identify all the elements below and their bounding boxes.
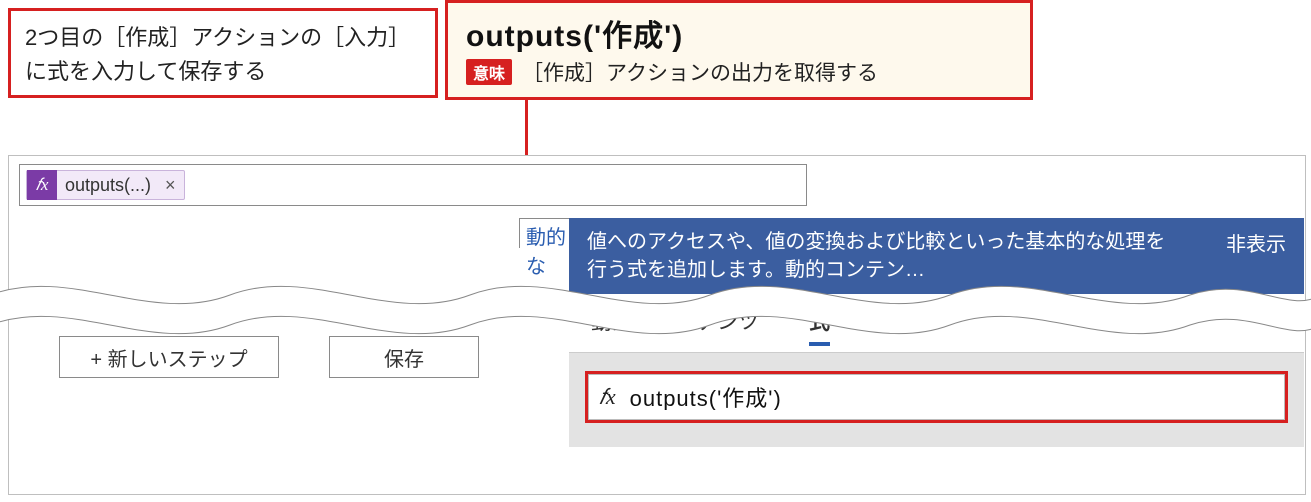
flow-designer-canvas: 𝑓x outputs(...) × + 新しいステップ 保存 動的な 値へのアク… bbox=[8, 155, 1306, 495]
tab-expression[interactable]: 式 bbox=[809, 306, 830, 346]
action-input-field[interactable]: 𝑓x outputs(...) × bbox=[19, 164, 807, 206]
tab-dynamic-content[interactable]: 動的なコンテンツ bbox=[591, 306, 759, 346]
meaning-badge: 意味 bbox=[466, 59, 512, 85]
expression-input-highlight: 𝑓x bbox=[585, 371, 1288, 423]
panel-header: 値へのアクセスや、値の変換および比較といった基本的な処理を行う式を追加します。動… bbox=[569, 218, 1304, 294]
save-button[interactable]: 保存 bbox=[329, 336, 479, 378]
panel-header-text: 値へのアクセスや、値の変換および比較といった基本的な処理を行う式を追加します。動… bbox=[587, 228, 1177, 284]
panel-hide-button[interactable]: 非表示 bbox=[1226, 228, 1286, 257]
expression-input-row: 𝑓x bbox=[588, 374, 1285, 420]
callout-expression-title: outputs('作成') bbox=[466, 11, 1012, 55]
expression-editor-area: 𝑓x bbox=[569, 353, 1304, 447]
dynamic-content-panel: 値へのアクセスや、値の変換および比較といった基本的な処理を行う式を追加します。動… bbox=[569, 218, 1304, 447]
fx-icon: 𝑓x bbox=[599, 384, 616, 410]
panel-tabs: 動的なコンテンツ 式 bbox=[569, 294, 1304, 353]
instruction-callout-left: 2つ目の［作成］アクションの［入力］に式を入力して保存する bbox=[8, 8, 438, 98]
callout-expression-desc: ［作成］アクションの出力を取得する bbox=[522, 57, 878, 87]
expression-callout-right: outputs('作成') 意味 ［作成］アクションの出力を取得する bbox=[445, 0, 1033, 100]
save-label: 保存 bbox=[384, 343, 424, 372]
expression-token[interactable]: 𝑓x outputs(...) × bbox=[26, 170, 185, 200]
token-remove-button[interactable]: × bbox=[163, 175, 178, 196]
callout-left-text: 2つ目の［作成］アクションの［入力］に式を入力して保存する bbox=[25, 25, 410, 84]
new-step-label: + 新しいステップ bbox=[90, 343, 247, 372]
fx-icon: 𝑓x bbox=[27, 170, 57, 200]
new-step-button[interactable]: + 新しいステップ bbox=[59, 336, 279, 378]
expression-input[interactable] bbox=[630, 384, 1274, 410]
expression-token-label: outputs(...) bbox=[65, 175, 155, 196]
